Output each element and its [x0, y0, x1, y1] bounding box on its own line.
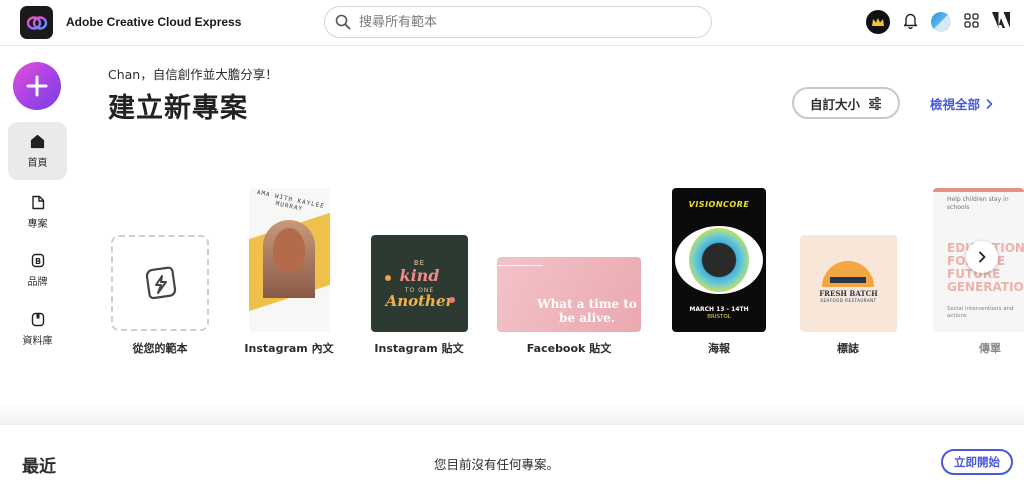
thumbnail-text-top: Help children stay in schools: [947, 196, 1009, 211]
sidebar-item-label: 資料庫: [22, 335, 53, 347]
view-all-link[interactable]: 檢視全部: [930, 94, 993, 113]
search-input[interactable]: [359, 14, 689, 30]
creative-cloud-express-logo[interactable]: [20, 6, 53, 39]
home-icon: [30, 134, 45, 148]
sidebar-item-home[interactable]: 首頁: [8, 122, 67, 180]
template-label: 標誌: [837, 342, 859, 355]
sidebar-item-label: 專案: [27, 218, 48, 230]
sidebar-item-label: 品牌: [27, 276, 48, 288]
section-divider: [0, 404, 1024, 426]
sliders-icon: [869, 96, 881, 110]
top-icons: [866, 10, 1010, 34]
chevron-right-icon: [986, 98, 993, 109]
svg-text:B: B: [34, 257, 40, 266]
thumbnail-text-bottom: Social interventions and actions: [947, 306, 1014, 319]
thumbnail-text-bottom: MARCH 13 - 14TH: [689, 306, 749, 313]
template-label: Facebook 貼文: [526, 342, 612, 355]
start-now-button[interactable]: 立即開始: [941, 449, 1013, 475]
sidebar-item-brand[interactable]: B 品牌: [8, 241, 67, 299]
template-thumbnail[interactable]: What a time to be alive.: [497, 257, 641, 332]
plus-icon: [26, 75, 48, 97]
recent-empty-message: 您目前沒有任何專案。: [434, 457, 560, 472]
top-bar: Adobe Creative Cloud Express: [0, 0, 1024, 46]
thumbnail-text: What a time to be alive.: [537, 297, 637, 325]
bell-icon[interactable]: [903, 12, 918, 33]
template-label: Instagram 內文: [244, 342, 334, 355]
search-icon: [335, 14, 351, 30]
template-label: 從您的範本: [132, 342, 188, 355]
chevron-right-icon: [979, 251, 986, 263]
carousel-next-button[interactable]: [966, 241, 998, 273]
thumbnail-text-main: FRESH BATCH: [819, 289, 878, 298]
thumbnail-text: AMA WITH KAYLEE MURRAY: [256, 188, 326, 213]
template-thumbnail[interactable]: FRESH BATCH SEAFOOD RESTAURANT: [800, 235, 897, 332]
apps-grid-icon[interactable]: [964, 12, 979, 32]
custom-size-button[interactable]: 自訂大小: [792, 87, 900, 119]
search-bar[interactable]: [324, 6, 712, 38]
crown-icon[interactable]: [866, 10, 890, 34]
create-button[interactable]: [13, 62, 61, 110]
sidebar-item-label: 首頁: [27, 157, 48, 169]
app-title: Adobe Creative Cloud Express: [66, 15, 242, 29]
file-icon: [31, 195, 44, 209]
template-label: 海報: [708, 342, 730, 355]
avatar[interactable]: [931, 12, 951, 32]
greeting: Chan，自信創作並大膽分享！: [108, 67, 278, 82]
adobe-logo-icon[interactable]: [992, 12, 1010, 32]
template-placeholder-icon: [145, 266, 177, 300]
brand-icon: B: [31, 253, 44, 267]
view-all-label: 檢視全部: [930, 97, 981, 112]
sidebar-item-library[interactable]: 資料庫: [8, 300, 67, 358]
template-label: Instagram 貼文: [374, 342, 464, 355]
custom-size-label: 自訂大小: [809, 96, 860, 112]
template-thumbnail[interactable]: VISIONCORE MARCH 13 - 14TH BRISTOL: [672, 188, 766, 332]
page-title: 建立新專案: [108, 93, 248, 124]
sidebar-item-projects[interactable]: 專案: [8, 183, 67, 241]
library-icon: [31, 312, 44, 326]
template-thumbnail[interactable]: AMA WITH KAYLEE MURRAY: [249, 188, 330, 332]
template-thumbnail[interactable]: BE kind TO ONE Another: [371, 235, 468, 332]
thumbnail-text-sub: BRISTOL: [707, 314, 731, 320]
recent-title: 最近: [22, 457, 56, 477]
thumbnail-text-sub: SEAFOOD RESTAURANT: [820, 298, 877, 303]
template-label: 傳單: [979, 342, 1001, 355]
template-thumbnail[interactable]: [111, 235, 209, 331]
thumbnail-text-top: VISIONCORE: [688, 200, 750, 209]
